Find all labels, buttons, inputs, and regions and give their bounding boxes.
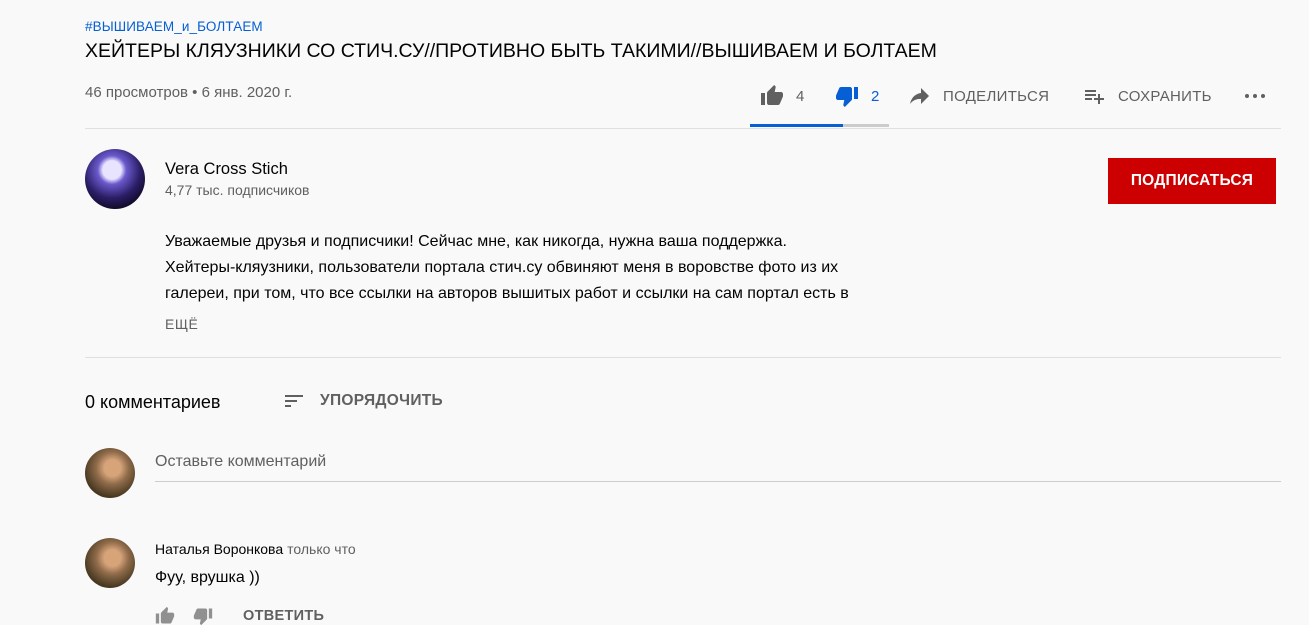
channel-name[interactable]: Vera Cross Stich [165,160,288,179]
video-title: ХЕЙТЕРЫ КЛЯУЗНИКИ СО СТИЧ.СУ//ПРОТИВНО Б… [85,40,937,62]
video-meta: 46 просмотров • 6 янв. 2020 г. [85,84,293,101]
reply-button[interactable]: ОТВЕТИТЬ [243,608,324,624]
sort-comments-button[interactable]: УПОРЯДОЧИТЬ [282,389,443,413]
save-label: СОХРАНИТЬ [1118,87,1212,105]
description-line: Уважаемые друзья и подписчики! Сейчас мн… [165,233,787,250]
more-icon [1245,94,1265,98]
comment-text: Фуу, врушка )) [155,569,260,586]
share-label: ПОДЕЛИТЬСЯ [943,87,1050,105]
comment-author[interactable]: Наталья Воронкова только что [155,541,356,557]
thumb-down-icon[interactable] [193,606,213,625]
playlist-add-icon [1085,90,1104,104]
thumb-up-icon [761,85,783,105]
divider [85,128,1281,129]
share-icon [910,88,929,104]
dislike-button[interactable]: 2 [835,78,880,114]
divider [85,357,1281,358]
video-description: Уважаемые друзья и подписчики! Сейчас мн… [165,229,945,307]
sort-icon [285,395,303,407]
comment-count: 0 комментариев [85,392,221,412]
dislike-count: 2 [871,87,880,105]
channel-avatar[interactable] [85,149,145,209]
comment-timestamp[interactable]: только что [287,541,356,557]
video-hashtag[interactable]: #ВЫШИВАЕМ_и_БОЛТАЕМ [85,19,263,34]
comment-input[interactable]: Оставьте комментарий [155,452,1281,482]
description-line: галереи, при том, что все ссылки на авто… [165,285,849,302]
user-avatar [85,448,135,498]
more-actions-button[interactable] [1243,78,1267,114]
sentiment-bar-likes [750,124,844,127]
share-button[interactable]: ПОДЕЛИТЬСЯ [907,78,1049,114]
comment-actions: ОТВЕТИТЬ [155,604,324,625]
comment-author-avatar[interactable] [85,538,135,588]
comment-author-name[interactable]: Наталья Воронкова [155,541,283,557]
thumb-up-icon[interactable] [155,606,175,625]
video-actions: 4 2 ПОДЕЛИТЬСЯ СОХРАНИТЬ [750,78,1280,128]
subscriber-count: 4,77 тыс. подписчиков [165,182,310,198]
subscribe-button[interactable]: ПОДПИСАТЬСЯ [1108,158,1276,204]
thumb-down-icon [836,87,858,107]
description-line: Хейтеры-кляузники, пользователи портала … [165,259,839,276]
like-count: 4 [796,87,805,105]
sort-label: УПОРЯДОЧИТЬ [320,392,443,409]
show-more-button[interactable]: ЕЩЁ [165,316,198,332]
save-button[interactable]: СОХРАНИТЬ [1082,78,1212,114]
like-button[interactable]: 4 [760,78,805,114]
